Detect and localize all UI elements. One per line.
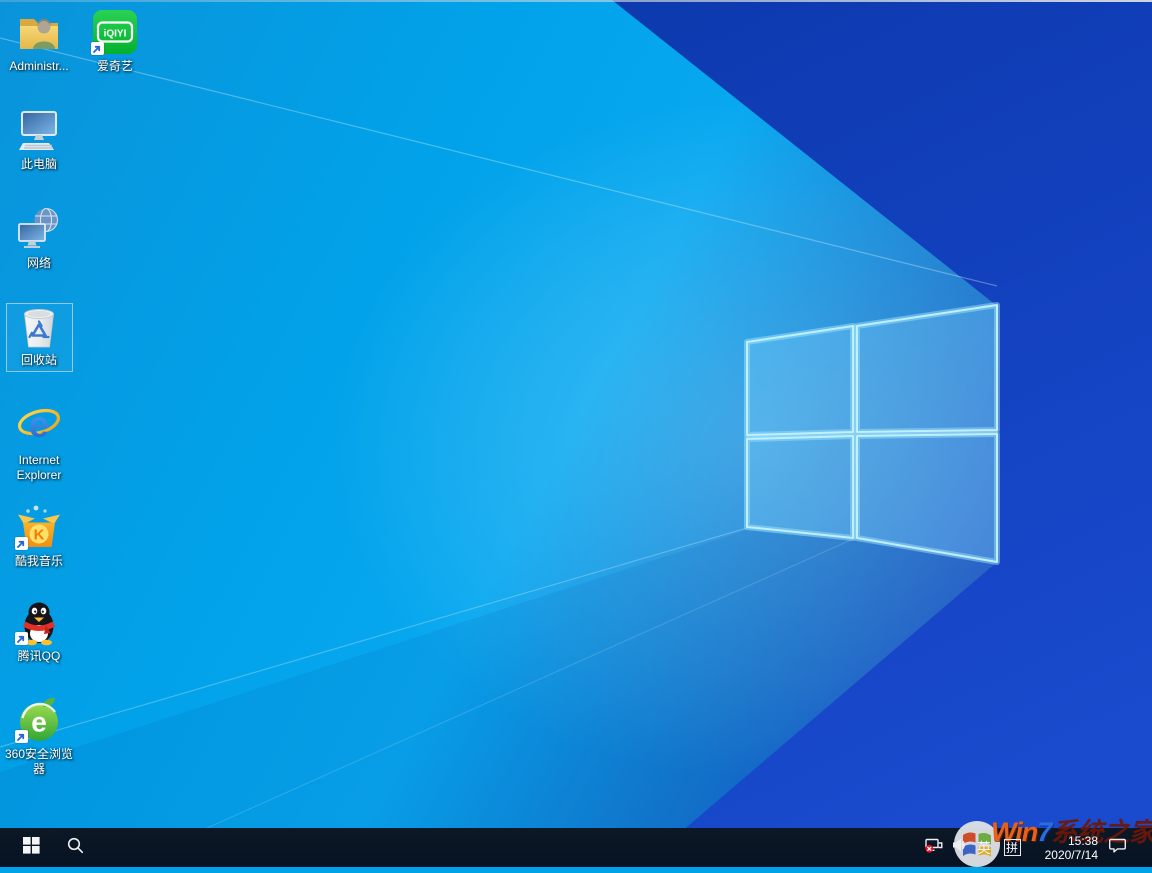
start-button[interactable]	[8, 828, 54, 867]
network-icon	[15, 205, 63, 253]
shortcut-arrow-icon	[15, 632, 28, 645]
tray-clock[interactable]: 15:38 2020/7/14	[1045, 828, 1098, 867]
360-browser-icon: e	[15, 696, 63, 744]
desktop-icon-tencent-qq[interactable]: 腾讯QQ	[0, 598, 78, 664]
kuwo-k-glyph: K	[34, 527, 45, 544]
desktop-icon-label: 腾讯QQ	[17, 649, 61, 663]
tray-volume[interactable]	[948, 828, 972, 867]
desktop-icon-iqiyi[interactable]: iQIYI 爱奇艺	[76, 8, 154, 74]
internet-explorer-icon: e	[15, 402, 63, 450]
desktop-icon-label: Administr...	[9, 59, 69, 73]
shortcut-arrow-icon	[91, 42, 104, 55]
iqiyi-app-icon: iQIYI	[91, 8, 139, 56]
desktop-icon-kuwo-music[interactable]: K 酷我音乐	[0, 503, 78, 569]
kuwo-music-icon: K	[15, 503, 63, 551]
desktop-icon-360-browser[interactable]: e 360安全浏览器	[0, 696, 78, 777]
recycle-bin-icon	[15, 302, 63, 350]
action-center-icon	[1108, 837, 1127, 859]
tray-network-status[interactable]	[920, 828, 948, 867]
desktop-icon-label: 网络	[26, 256, 51, 270]
tray-ime-input-indicator[interactable]: 拼	[999, 828, 1025, 867]
desktop-icon-label: 爱奇艺	[96, 59, 133, 73]
tray-ime-mode[interactable]: 英	[972, 828, 996, 867]
this-pc-icon	[15, 106, 63, 154]
360-e-glyph: e	[31, 707, 47, 738]
desktop-icon-administrator[interactable]: Administr...	[0, 8, 78, 74]
desktop-icon-label: 360安全浏览器	[4, 747, 74, 776]
wallpaper-image	[0, 0, 1152, 867]
clock-time: 15:38	[1067, 833, 1098, 848]
windows-desktop[interactable]: { "desktop": { "icons": [ {"label": "Adm…	[0, 0, 1152, 867]
ie-e-glyph: e	[29, 404, 50, 445]
desktop-icon-internet-explorer[interactable]: e Internet Explorer	[0, 402, 78, 483]
search-icon	[67, 837, 84, 859]
clock-date: 2020/7/14	[1044, 847, 1098, 862]
shortcut-arrow-icon	[15, 537, 28, 550]
ime-pinyin-label: 拼	[1003, 839, 1021, 856]
action-center-button[interactable]	[1102, 828, 1132, 867]
desktop-icon-label: 此电脑	[20, 157, 57, 171]
qq-penguin-icon	[15, 598, 63, 646]
iqiyi-logo-text: iQIYI	[104, 29, 127, 40]
shortcut-arrow-icon	[15, 730, 28, 743]
taskbar-search-button[interactable]	[56, 828, 94, 867]
desktop-icon-recycle-bin[interactable]: 回收站	[0, 302, 78, 372]
windows-start-icon	[22, 836, 40, 859]
network-disconnected-icon	[925, 837, 943, 858]
desktop-icon-network[interactable]: 网络	[0, 205, 78, 271]
ime-mode-label: 英	[977, 839, 991, 856]
desktop-icon-label: 酷我音乐	[14, 554, 63, 568]
screen-top-edge-line	[0, 0, 1152, 2]
desktop-icon-label: Internet Explorer	[16, 453, 62, 482]
administrator-folder-icon	[15, 8, 63, 56]
desktop-icon-this-pc[interactable]: 此电脑	[0, 106, 78, 172]
speaker-icon	[952, 837, 968, 858]
